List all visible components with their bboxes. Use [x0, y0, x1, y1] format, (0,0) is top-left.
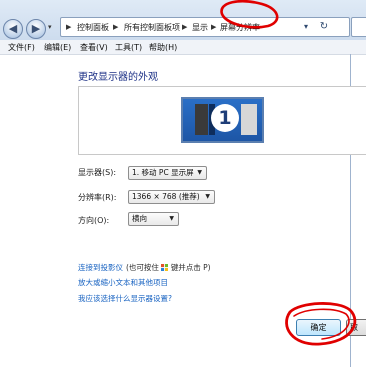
orientation-select-value: 横向: [132, 214, 147, 223]
menu-help[interactable]: 帮助(H): [149, 42, 177, 53]
resolution-select-value: 1366 × 768 (推荐): [132, 192, 200, 201]
crumb-separator-icon[interactable]: ▶: [66, 23, 71, 31]
monitor-number-badge: 1: [211, 104, 239, 132]
dropdown-arrow-icon: ▼: [197, 169, 202, 176]
cancel-button[interactable]: 取: [346, 319, 366, 336]
menu-view[interactable]: 查看(V): [80, 42, 108, 53]
display-settings-help-link[interactable]: 我应该选择什么显示器设置?: [78, 293, 172, 304]
projector-hint-post: 键并点击 P): [170, 263, 211, 272]
forward-arrow-icon: ▶: [31, 22, 41, 35]
dropdown-arrow-icon: ▼: [205, 193, 210, 200]
projector-hint-pre: (也可按住: [126, 263, 159, 272]
history-dropdown-icon[interactable]: ▾: [48, 23, 52, 31]
crumb-separator-icon[interactable]: ▶: [113, 23, 118, 31]
crumb-screen-resolution[interactable]: 屏幕分辨率: [220, 22, 260, 33]
resolution-select[interactable]: 1366 × 768 (推荐) ▼: [128, 190, 215, 204]
crumb-separator-icon[interactable]: ▶: [211, 23, 216, 31]
menu-bar: 文件(F) 编辑(E) 查看(V) 工具(T) 帮助(H): [0, 40, 366, 55]
crumb-all-items[interactable]: 所有控制面板项: [124, 22, 180, 33]
monitor-wallpaper-strip: [195, 104, 208, 135]
menu-edit[interactable]: 编辑(E): [44, 42, 71, 53]
menu-tools[interactable]: 工具(T): [115, 42, 142, 53]
connect-projector-link[interactable]: 连接到投影仪: [78, 262, 123, 273]
crumb-control-panel[interactable]: 控制面板: [77, 22, 109, 33]
windows-logo-icon: [161, 264, 169, 271]
display-label: 显示器(S):: [78, 168, 117, 177]
display-select[interactable]: 1. 移动 PC 显示屏 ▼: [128, 166, 207, 180]
red-annotation-marks: [220, 0, 357, 346]
address-dropdown-icon[interactable]: ▾: [299, 20, 313, 34]
orientation-label: 方向(O):: [78, 216, 110, 225]
orientation-select[interactable]: 横向 ▼: [128, 212, 179, 226]
search-input[interactable]: [351, 17, 366, 37]
resolution-label: 分辨率(R):: [78, 193, 117, 202]
menu-file[interactable]: 文件(F): [8, 42, 35, 53]
back-button[interactable]: ◀: [3, 19, 23, 39]
ok-button[interactable]: 确定: [296, 319, 341, 336]
projector-hint: (也可按住 键并点击 P): [126, 262, 211, 273]
crumb-display[interactable]: 显示: [192, 22, 208, 33]
display-select-value: 1. 移动 PC 显示屏: [132, 168, 194, 177]
crumb-separator-icon[interactable]: ▶: [182, 23, 187, 31]
monitor-wallpaper-strip: [241, 104, 257, 135]
back-arrow-icon: ◀: [8, 22, 18, 35]
text-size-link[interactable]: 放大或缩小文本和其他项目: [78, 277, 168, 288]
address-box[interactable]: ▶ 控制面板 ▶ 所有控制面板项 ▶ 显示 ▶ 屏幕分辨率 ▾ ↻: [60, 17, 350, 37]
page-title: 更改显示器的外观: [78, 72, 158, 83]
forward-button[interactable]: ▶: [26, 19, 46, 39]
refresh-icon[interactable]: ↻: [317, 20, 331, 34]
dropdown-arrow-icon: ▼: [169, 215, 174, 222]
